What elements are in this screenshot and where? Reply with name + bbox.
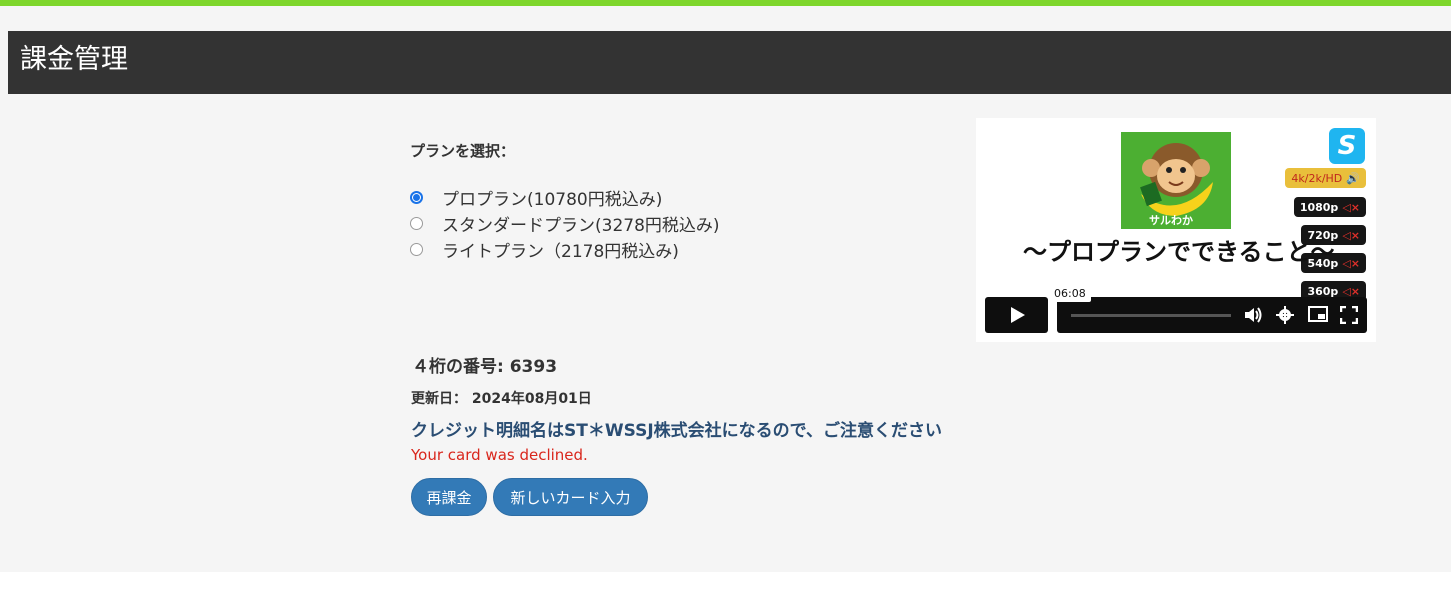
quality-label: 360p — [1307, 284, 1339, 298]
recharge-button[interactable]: 再課金 — [411, 478, 487, 516]
card-last-digits: ４桁の番号: 6393 — [412, 357, 558, 377]
radio-pro[interactable] — [410, 190, 423, 204]
page-header: 課金管理 — [8, 31, 1451, 94]
fullscreen-icon[interactable] — [1339, 305, 1359, 328]
video-control-bar — [1057, 297, 1367, 333]
seek-time-tooltip: 06:08 — [1049, 285, 1091, 302]
mute-icon: ◁× — [1342, 256, 1360, 270]
play-icon — [1010, 307, 1025, 323]
updated-date: 更新日： 2024年08月01日 — [411, 391, 592, 407]
radio-standard[interactable] — [410, 216, 423, 230]
plan-option-label: ライトプラン（2178円税込み) — [442, 241, 679, 262]
mute-icon: ◁× — [1342, 284, 1360, 298]
video-title: ～プロプランでできること～ — [1023, 238, 1335, 266]
plan-option-light[interactable]: ライトプラン（2178円税込み) — [410, 238, 679, 262]
mute-icon: ◁× — [1342, 200, 1360, 214]
pip-icon[interactable] — [1308, 306, 1328, 326]
quality-label: 1080p — [1299, 200, 1339, 214]
quality-1080p-badge[interactable]: 1080p ◁× — [1293, 197, 1366, 217]
brand-s-icon: S — [1329, 128, 1365, 164]
thumbnail-caption: サルわか — [1149, 214, 1193, 227]
plan-select-label: プランを選択： — [410, 142, 516, 160]
card-error-message: Your card was declined. — [411, 446, 588, 464]
seek-bar[interactable] — [1071, 314, 1231, 317]
plan-option-standard[interactable]: スタンダードプラン(3278円税込み) — [410, 212, 720, 236]
play-button[interactable] — [985, 297, 1048, 333]
plan-option-label: スタンダードプラン(3278円税込み) — [442, 215, 720, 236]
radio-light[interactable] — [410, 242, 423, 256]
settings-icon[interactable] — [1276, 306, 1294, 328]
page-title: 課金管理 — [20, 44, 128, 75]
volume-icon[interactable] — [1243, 306, 1263, 328]
video-thumbnail: サルわか — [1121, 132, 1231, 229]
plan-option-label: プロプラン(10780円税込み) — [442, 189, 663, 210]
speaker-icon: 🔊 — [1346, 171, 1360, 185]
plan-option-pro[interactable]: プロプラン(10780円税込み) — [410, 186, 663, 210]
new-card-button[interactable]: 新しいカード入力 — [493, 478, 648, 516]
video-player[interactable]: サルわか S 4k/2k/HD 🔊 1080p ◁× 720p ◁× 540p … — [976, 118, 1376, 342]
quality-label: 4k/2k/HD — [1291, 171, 1343, 185]
statement-notice: クレジット明細名はST＊WSSJ株式会社になるので、ご注意ください — [411, 421, 942, 441]
mute-icon: ◁× — [1342, 228, 1360, 242]
quality-hd-badge[interactable]: 4k/2k/HD 🔊 — [1285, 168, 1366, 188]
